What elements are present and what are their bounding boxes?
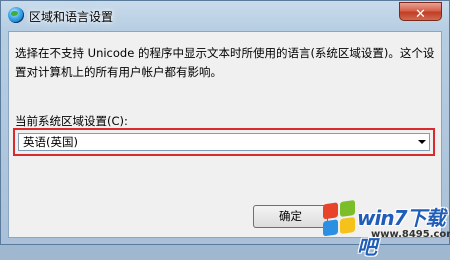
watermark: win7下载吧 www.8495.com — [317, 192, 450, 259]
description-text: 选择在不支持 Unicode 的程序中显示文本时所使用的语言(系统区域设置)。这… — [15, 46, 435, 79]
locale-select-value: 英语(英国) — [23, 135, 78, 149]
globe-icon — [8, 7, 24, 23]
close-button[interactable]: ✕ — [399, 2, 442, 22]
locale-select[interactable]: 英语(英国) — [18, 133, 430, 151]
current-locale-label: 当前系统区域设置(C): — [15, 114, 128, 128]
close-icon: ✕ — [415, 7, 426, 22]
window-title: 区域和语言设置 — [29, 10, 114, 24]
dialog-window: 区域和语言设置 ✕ 选择在不支持 Unicode 的程序中显示文本时所使用的语言… — [0, 0, 450, 259]
chevron-down-icon[interactable] — [418, 140, 426, 144]
highlight-box: 英语(英国) — [13, 128, 435, 156]
windows-logo-icon — [323, 199, 357, 239]
title-bar[interactable]: 区域和语言设置 ✕ — [1, 1, 449, 31]
watermark-url: www.8495.com — [371, 229, 450, 240]
